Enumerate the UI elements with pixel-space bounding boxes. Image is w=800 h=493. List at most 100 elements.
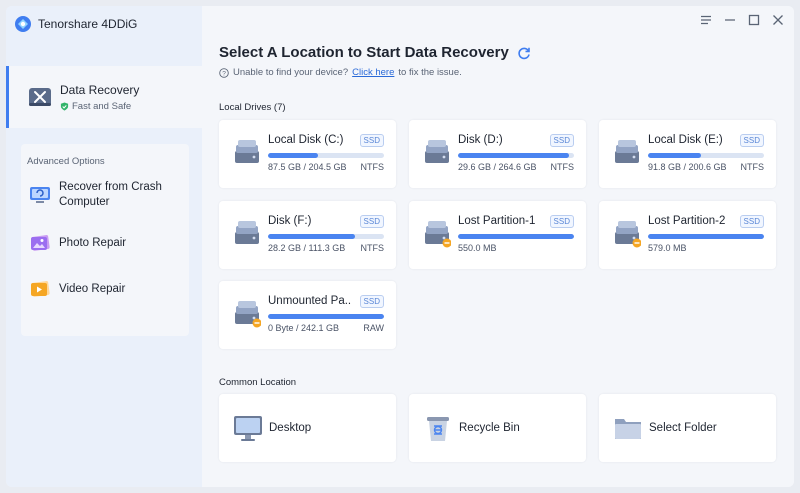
data-recovery-icon [29,88,51,106]
drive-size: 579.0 MB [648,243,687,253]
drive-size: 87.5 GB / 204.5 GB [268,162,347,172]
app-window: Tenorshare 4DDiG Data Recovery Fast and … [6,6,794,487]
sidebar-item-label: Recover from Crash Computer [59,181,162,208]
drive-name: Lost Partition-2 [648,215,726,227]
drive-filesystem: NTFS [360,162,385,172]
active-indicator [6,66,9,128]
close-icon[interactable] [772,14,784,26]
sidebar-item-photo-repair[interactable]: Photo Repair [29,232,185,254]
drive-card[interactable]: Disk (F:) SSD 28.2 GB / 111.3 GB NTFS [219,201,396,269]
location-label: Select Folder [649,422,717,434]
sidebar-item-data-recovery[interactable]: Data Recovery Fast and Safe [6,66,202,128]
hard-drive-icon [425,140,449,163]
drive-usage-fill [648,234,764,239]
location-recycle-bin[interactable]: Recycle Bin [409,394,586,462]
svg-text:?: ? [222,70,226,77]
sidebar-item-label: Photo Repair [59,236,127,249]
page-title: Select A Location to Start Data Recovery [219,44,531,61]
sidebar-item-label: Video Repair [59,282,126,295]
question-circle-icon: ? [219,67,229,78]
drive-usage-fill [268,314,384,319]
minimize-icon[interactable] [724,14,736,26]
location-select-folder[interactable]: Select Folder [599,394,776,462]
drive-type-badge: SSD [359,295,384,308]
sidebar: Tenorshare 4DDiG Data Recovery Fast and … [6,6,202,487]
drive-type-badge: SSD [549,215,574,228]
drive-usage-bar [648,234,764,239]
maximize-icon[interactable] [748,14,760,26]
crash-computer-icon [30,187,50,203]
drive-type-badge: SSD [549,134,574,147]
hint-prefix: Unable to find your device? [233,67,349,78]
shield-check-icon [60,101,69,111]
sidebar-item-label: Data Recovery [60,82,140,97]
hard-drive-icon [425,221,451,248]
location-desktop[interactable]: Desktop [219,394,396,462]
drive-usage-fill [268,153,318,158]
window-controls [700,14,784,26]
sidebar-item-crash-recovery[interactable]: Recover from Crash Computer [29,180,185,210]
hard-drive-icon [235,140,259,163]
nav-main-text: Data Recovery Fast and Safe [60,83,139,112]
drive-name: Disk (F:) [268,215,312,227]
drive-size: 0 Byte / 242.1 GB [268,323,340,333]
drive-type-badge: SSD [739,134,764,147]
drive-type-badge: SSD [359,134,384,147]
drive-usage-bar [268,153,384,158]
drive-usage-bar [268,314,384,319]
drive-card[interactable]: Local Disk (C:) SSD 87.5 GB / 204.5 GB NTFS [219,120,396,188]
main-content: Select A Location to Start Data Recovery… [202,6,794,487]
hard-drive-icon [615,221,641,248]
drive-size: 550.0 MB [458,243,497,253]
drive-filesystem: RAW [363,323,384,333]
drive-usage-fill [458,234,574,239]
menu-icon[interactable] [700,14,712,26]
drive-card[interactable]: Lost Partition-1 SSD 550.0 MB [409,201,586,269]
desktop-icon [234,416,262,441]
drive-usage-fill [268,234,355,239]
drive-size: 28.2 GB / 111.3 GB [268,243,346,253]
drive-name: Local Disk (C:) [268,134,344,146]
recycle-bin-icon [427,417,449,441]
sidebar-item-sublabel: Fast and Safe [72,100,132,112]
refresh-icon[interactable] [517,46,531,60]
drive-name: Local Disk (E:) [648,134,723,146]
advanced-options-title: Advanced Options [27,156,105,167]
drive-name: Lost Partition-1 [458,215,536,227]
drive-type-badge: SSD [359,215,384,228]
video-repair-icon [31,281,50,297]
hard-drive-icon [235,221,259,244]
drive-name: Unmounted Pa... [268,295,352,307]
drive-size: 29.6 GB / 264.6 GB [458,162,537,172]
drive-filesystem: NTFS [550,162,575,172]
drive-usage-fill [458,153,570,158]
drive-usage-bar [268,234,384,239]
drive-usage-bar [458,234,574,239]
drive-card[interactable]: Unmounted Pa... SSD 0 Byte / 242.1 GB RAW [219,281,396,349]
location-label: Recycle Bin [459,422,520,434]
app-name: Tenorshare 4DDiG [38,17,138,31]
fix-issue-link[interactable]: Click here [352,67,394,78]
brand: Tenorshare 4DDiG [14,14,137,34]
device-hint: ? Unable to find your device? Click here… [219,67,462,78]
hint-suffix: to fix the issue. [398,67,462,78]
drive-filesystem: NTFS [740,162,765,172]
drive-card[interactable]: Lost Partition-2 SSD 579.0 MB [599,201,776,269]
drive-card[interactable]: Local Disk (E:) SSD 91.8 GB / 200.6 GB NTFS [599,120,776,188]
drive-name: Disk (D:) [458,134,503,146]
drive-usage-bar [458,153,574,158]
hard-drive-icon [235,301,261,328]
drive-usage-fill [648,153,702,158]
location-label: Desktop [269,422,312,434]
drive-filesystem: NTFS [360,243,385,253]
app-logo-icon [15,16,31,32]
photo-repair-icon [31,235,50,251]
drive-card[interactable]: Disk (D:) SSD 29.6 GB / 264.6 GB NTFS [409,120,586,188]
sidebar-item-video-repair[interactable]: Video Repair [29,278,185,300]
hard-drive-icon [615,140,639,163]
drive-type-badge: SSD [739,215,764,228]
common-location-label: Common Location [219,377,297,388]
advanced-options-panel: Advanced Options Recover from Crash Comp… [21,144,189,336]
page-title-text: Select A Location to Start Data Recovery [219,44,509,61]
drive-usage-bar [648,153,764,158]
